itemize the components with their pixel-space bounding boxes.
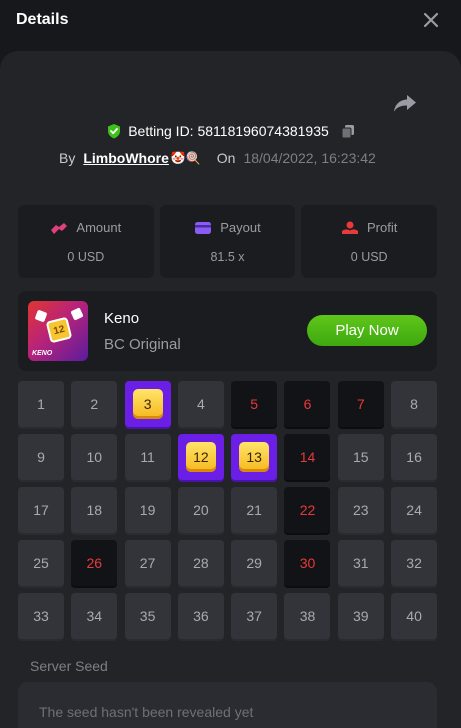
- play-now-button[interactable]: Play Now: [307, 315, 427, 346]
- close-icon[interactable]: [423, 12, 439, 28]
- betting-id-row: Betting ID: 58118196074381935: [0, 123, 461, 139]
- keno-cell: 21: [231, 487, 278, 533]
- keno-cell: 27: [124, 540, 171, 586]
- keno-cell: 38: [284, 593, 331, 639]
- gold-gem-icon: 3: [132, 389, 163, 419]
- keno-cell: 6: [284, 381, 331, 427]
- bet-stats: Amount 0 USD Payout 81.5 x Profit 0 USD: [18, 205, 438, 278]
- keno-cell: 37: [231, 593, 278, 639]
- keno-cell: 24: [391, 487, 438, 533]
- stat-profit: Profit 0 USD: [301, 205, 438, 278]
- keno-cell: 19: [124, 487, 171, 533]
- keno-cell: 22: [284, 487, 331, 533]
- keno-cell: 40: [391, 593, 438, 639]
- keno-cell: 3: [124, 381, 171, 427]
- betting-id-text: Betting ID: 58118196074381935: [128, 123, 329, 139]
- stat-payout-value: 81.5 x: [210, 250, 245, 264]
- stat-amount-label: Amount: [76, 220, 122, 235]
- profit-icon: [342, 221, 358, 234]
- keno-cell: 10: [71, 434, 118, 480]
- server-seed-label: Server Seed: [30, 658, 108, 674]
- keno-cell: 13: [231, 434, 278, 480]
- details-panel: Betting ID: 58118196074381935 By LimboWh…: [0, 51, 461, 728]
- bet-icon: [51, 222, 68, 234]
- keno-cell: 7: [337, 381, 384, 427]
- keno-cell: 2: [71, 381, 118, 427]
- server-seed-text: The seed hasn't been revealed yet: [39, 704, 254, 720]
- server-seed-box: The seed hasn't been revealed yet: [18, 682, 437, 728]
- keno-cell: 16: [391, 434, 438, 480]
- keno-cell: 31: [337, 540, 384, 586]
- keno-cell: 12: [177, 434, 224, 480]
- keno-cell: 26: [71, 540, 118, 586]
- keno-cell: 34: [71, 593, 118, 639]
- stat-profit-label: Profit: [367, 220, 398, 235]
- on-label: On: [216, 150, 236, 166]
- keno-cell: 23: [337, 487, 384, 533]
- keno-cell: 33: [18, 593, 64, 639]
- keno-cell: 15: [337, 434, 384, 480]
- stat-amount: Amount 0 USD: [18, 205, 154, 278]
- chip-shape: [34, 309, 48, 323]
- stat-profit-value: 0 USD: [350, 250, 388, 264]
- keno-grid: 1 2 3 4 5 6 7 8 9 10 11 12 13 14 15 16 17 18 19 20 21 22 23 24 2…: [18, 381, 438, 639]
- share-icon[interactable]: [393, 93, 417, 113]
- by-label: By: [59, 150, 76, 166]
- keno-cell: 18: [71, 487, 118, 533]
- keno-cube: 12: [45, 316, 73, 344]
- game-name[interactable]: Keno: [104, 310, 139, 327]
- keno-cell: 20: [177, 487, 224, 533]
- shield-check-icon: [108, 124, 121, 139]
- gold-gem-icon: 12: [185, 442, 216, 472]
- keno-cell: 36: [177, 593, 224, 639]
- keno-cell: 11: [124, 434, 171, 480]
- bettor-row: By LimboWhore 🤡🍭 On 18/04/2022, 16:23:42: [59, 150, 376, 166]
- keno-cell: 25: [18, 540, 64, 586]
- keno-cell: 1: [18, 381, 64, 427]
- keno-cell: 35: [124, 593, 171, 639]
- keno-cell: 8: [391, 381, 438, 427]
- stat-payout: Payout 81.5 x: [159, 205, 296, 278]
- keno-cell: 30: [284, 540, 331, 586]
- keno-cell: 32: [391, 540, 438, 586]
- gold-gem-icon: 13: [239, 442, 270, 472]
- stat-amount-value: 0 USD: [67, 250, 105, 264]
- game-card: 12 KENO Keno BC Original Play Now: [18, 291, 437, 371]
- wallet-icon: [195, 221, 212, 234]
- username-link[interactable]: LimboWhore: [83, 150, 169, 166]
- stat-payout-label: Payout: [220, 220, 261, 235]
- username-emoji: 🤡🍭: [170, 151, 201, 165]
- keno-cell: 29: [231, 540, 278, 586]
- thumb-label: KENO: [32, 350, 53, 357]
- chip-shape: [70, 307, 84, 321]
- keno-cell: 9: [18, 434, 64, 480]
- keno-cell: 17: [18, 487, 64, 533]
- bet-datetime: 18/04/2022, 16:23:42: [243, 150, 376, 166]
- keno-thumbnail[interactable]: 12 KENO: [28, 301, 88, 361]
- keno-cell: 28: [177, 540, 224, 586]
- keno-cell: 5: [231, 381, 278, 427]
- keno-cell: 4: [177, 381, 224, 427]
- modal-header: Details: [0, 0, 461, 42]
- copy-icon[interactable]: [341, 124, 355, 138]
- keno-cell: 14: [284, 434, 331, 480]
- keno-cell: 39: [337, 593, 384, 639]
- game-subtitle: BC Original: [104, 336, 181, 353]
- modal-title: Details: [16, 11, 69, 28]
